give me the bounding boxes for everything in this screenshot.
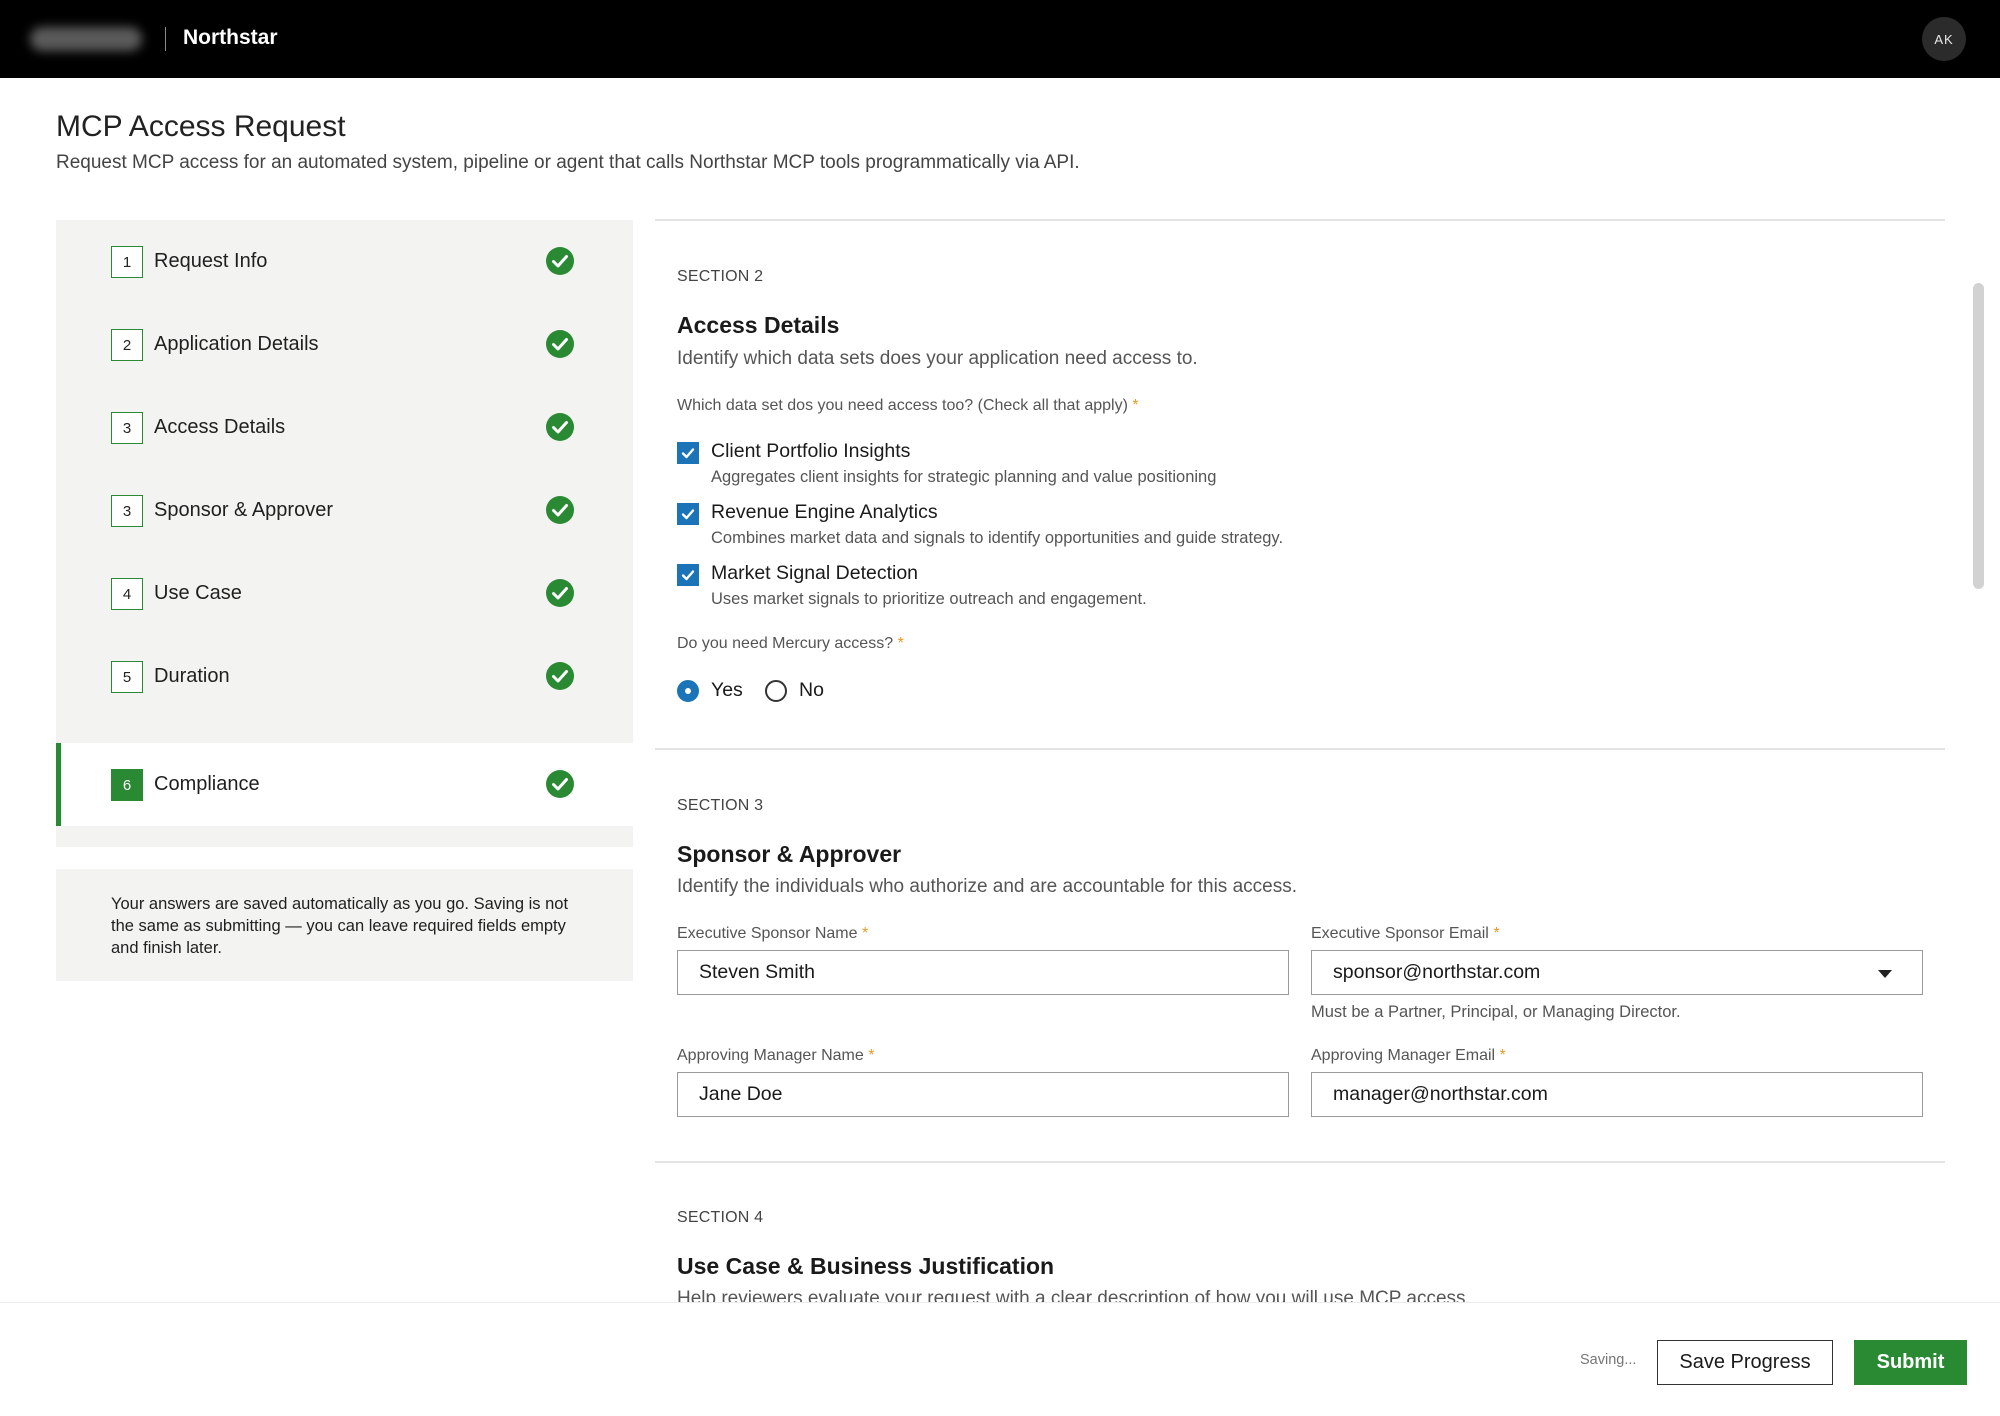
manager-name-label-text: Approving Manager Name — [677, 1047, 864, 1064]
sponsor-name-label: Executive Sponsor Name * — [677, 925, 868, 943]
app-name: Northstar — [183, 26, 278, 49]
dataset-title: Revenue Engine Analytics — [711, 501, 938, 523]
section-title: Access Details — [677, 312, 840, 338]
step-application-details[interactable]: 2 Application Details — [56, 303, 633, 386]
manager-email-label: Approving Manager Email * — [1311, 1047, 1506, 1065]
sponsor-email-help: Must be a Partner, Principal, or Managin… — [1311, 1003, 1681, 1021]
check-circle-icon — [546, 247, 574, 275]
step-label: Access Details — [154, 416, 286, 438]
brand-logo — [30, 27, 142, 51]
step-request-info[interactable]: 1 Request Info — [56, 220, 633, 303]
check-circle-icon — [546, 330, 574, 358]
step-compliance[interactable]: 6 Compliance — [56, 743, 633, 826]
step-use-case[interactable]: 4 Use Case — [56, 552, 633, 635]
dataset-title: Client Portfolio Insights — [711, 440, 911, 462]
checkbox[interactable] — [677, 503, 699, 525]
dataset-description: Uses market signals to prioritize outrea… — [711, 590, 1147, 608]
datasets-question-text: Which data set dos you need access too? … — [677, 397, 1128, 414]
sponsor-name-label-text: Executive Sponsor Name — [677, 925, 858, 942]
step-label: Compliance — [154, 773, 260, 795]
submit-button[interactable]: Submit — [1854, 1340, 1967, 1385]
section-divider — [655, 748, 1945, 750]
checkbox[interactable] — [677, 564, 699, 586]
step-number: 1 — [111, 246, 143, 278]
check-circle-icon — [546, 579, 574, 607]
dataset-description: Combines market data and signals to iden… — [711, 529, 1284, 547]
sponsor-name-input[interactable]: Steven Smith — [677, 950, 1289, 995]
step-label: Request Info — [154, 250, 268, 272]
step-duration[interactable]: 5 Duration — [56, 635, 633, 718]
radio-no[interactable] — [765, 680, 787, 702]
section-title: Use Case & Business Justification — [677, 1253, 1055, 1279]
top-bar: Northstar AK — [0, 0, 2000, 78]
check-circle-icon — [546, 770, 574, 798]
section-title: Sponsor & Approver — [677, 841, 902, 867]
section-label: SECTION 2 — [677, 268, 764, 285]
sponsor-email-value: sponsor@northstar.com — [1333, 961, 1541, 983]
step-number: 2 — [111, 329, 143, 361]
manager-email-input[interactable]: manager@northstar.com — [1311, 1072, 1923, 1117]
section-label: SECTION 3 — [677, 797, 764, 814]
autosave-note: Your answers are saved automatically as … — [56, 869, 633, 981]
step-label: Use Case — [154, 582, 242, 604]
step-label: Application Details — [154, 333, 319, 355]
radio-yes-label[interactable]: Yes — [711, 679, 743, 702]
datasets-question: Which data set dos you need access too? … — [677, 397, 1139, 415]
mercury-question-text: Do you need Mercury access? — [677, 635, 894, 652]
required-mark: * — [868, 1047, 875, 1064]
check-circle-icon — [546, 413, 574, 441]
required-mark: * — [897, 635, 904, 652]
chevron-down-icon[interactable] — [1878, 970, 1892, 978]
required-mark: * — [1493, 925, 1500, 942]
checkmark-icon — [681, 570, 695, 581]
brand-divider — [165, 27, 166, 51]
step-number: 5 — [111, 661, 143, 693]
required-mark: * — [861, 925, 869, 942]
radio-yes[interactable] — [677, 680, 699, 702]
mercury-question: Do you need Mercury access? * — [677, 635, 904, 653]
page-subtitle: Request MCP access for an automated syst… — [56, 152, 1080, 173]
section-description: Identify the individuals who authorize a… — [677, 876, 1297, 897]
step-sponsor-approver[interactable]: 3 Sponsor & Approver — [56, 469, 633, 552]
section-divider — [655, 1161, 1945, 1163]
sponsor-email-label: Executive Sponsor Email * — [1311, 925, 1500, 943]
dataset-description: Aggregates client insights for strategic… — [711, 468, 1217, 486]
step-access-details[interactable]: 3 Access Details — [56, 386, 633, 469]
footer-bar: Saving... Save Progress Submit — [0, 1302, 2000, 1416]
avatar[interactable]: AK — [1922, 17, 1966, 61]
steps-nav: 1 Request Info 2 Application Details 3 A… — [56, 220, 633, 847]
radio-no-label[interactable]: No — [799, 679, 824, 702]
sponsor-email-label-text: Executive Sponsor Email — [1311, 925, 1489, 942]
manager-email-label-text: Approving Manager Email — [1311, 1047, 1496, 1064]
checkbox[interactable] — [677, 442, 699, 464]
step-number: 4 — [111, 578, 143, 610]
section-description: Identify which data sets does your appli… — [677, 348, 1198, 369]
page-title: MCP Access Request — [56, 110, 346, 143]
manager-name-label: Approving Manager Name * — [677, 1047, 874, 1065]
required-mark: * — [1132, 397, 1139, 414]
check-circle-icon — [546, 662, 574, 690]
checkmark-icon — [681, 448, 695, 459]
scrollbar-thumb[interactable] — [1973, 283, 1984, 589]
step-number: 3 — [111, 495, 143, 527]
required-mark: * — [1499, 1047, 1506, 1064]
manager-name-input[interactable]: Jane Doe — [677, 1072, 1289, 1117]
step-label: Duration — [154, 665, 230, 687]
step-number: 3 — [111, 412, 143, 444]
dataset-title: Market Signal Detection — [711, 562, 919, 584]
section-label: SECTION 4 — [677, 1209, 764, 1226]
sponsor-email-select[interactable]: sponsor@northstar.com — [1311, 950, 1923, 995]
step-number: 6 — [111, 769, 143, 801]
section-divider — [655, 219, 1945, 221]
checkmark-icon — [681, 509, 695, 520]
step-label: Sponsor & Approver — [154, 499, 333, 521]
save-status: Saving... — [1580, 1352, 1637, 1368]
save-progress-button[interactable]: Save Progress — [1657, 1340, 1833, 1385]
check-circle-icon — [546, 496, 574, 524]
